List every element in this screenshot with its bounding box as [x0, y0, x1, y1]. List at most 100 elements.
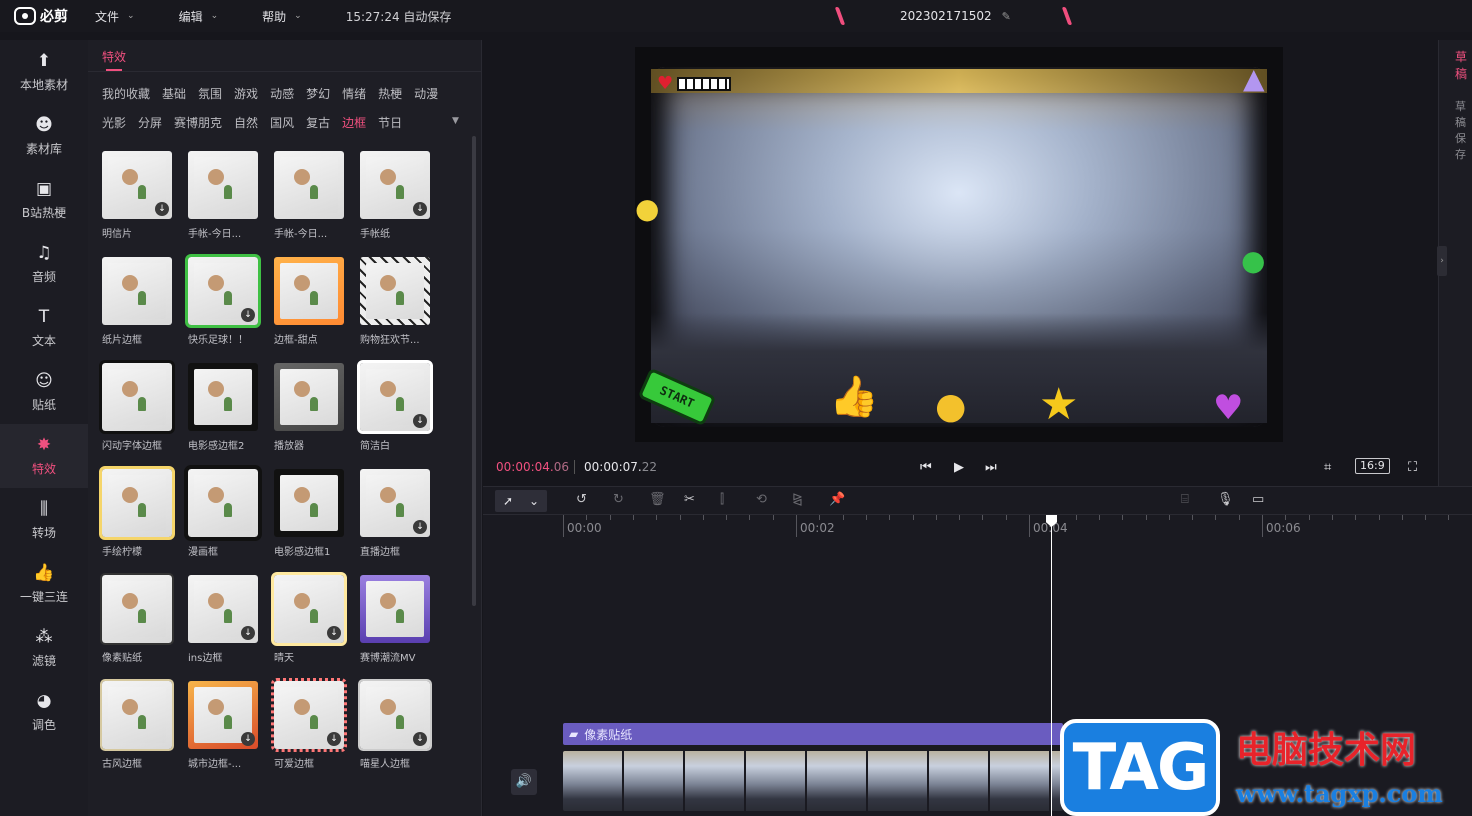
download-icon[interactable]: ↓	[241, 732, 255, 746]
save-item[interactable]: 保存	[1455, 130, 1472, 162]
menu-file[interactable]: 文件 ⌄	[95, 8, 135, 25]
pin-icon[interactable]: 📌	[829, 492, 845, 507]
effect-thumbnail[interactable]: ↓	[358, 679, 432, 751]
sidebar-item-local-media[interactable]: ⬆ 本地素材	[0, 40, 88, 104]
effect-card[interactable]: 手帐-今日...	[274, 151, 344, 240]
category-tab[interactable]: 动感	[270, 85, 294, 102]
effect-card[interactable]: 手绘柠檬	[99, 466, 175, 558]
effect-thumbnail[interactable]	[360, 575, 430, 643]
effect-card[interactable]: 边框-甜点	[274, 257, 344, 346]
download-icon[interactable]: ↓	[327, 626, 341, 640]
sidebar-item-library[interactable]: ☻ 素材库	[0, 104, 88, 168]
download-icon[interactable]: ↓	[413, 414, 427, 428]
sidebar-item-text[interactable]: T 文本	[0, 296, 88, 360]
mirror-icon[interactable]: ⧎	[792, 492, 803, 507]
download-icon[interactable]: ↓	[413, 732, 427, 746]
effect-card[interactable]: 购物狂欢节...	[360, 257, 430, 346]
effect-card[interactable]: 电影感边框2	[188, 363, 258, 452]
effect-card[interactable]: ↓ 明信片	[102, 151, 172, 240]
effect-thumbnail[interactable]	[99, 466, 175, 540]
fullscreen-icon[interactable]: ⛶	[1408, 460, 1417, 475]
effect-card[interactable]: 古风边框	[100, 679, 174, 770]
cut-icon[interactable]: ✂	[684, 492, 695, 507]
effect-card[interactable]: ↓ 晴天	[271, 572, 347, 664]
effect-thumbnail[interactable]	[360, 257, 430, 325]
category-tab[interactable]: 分屏	[138, 114, 162, 131]
effect-thumbnail[interactable]	[188, 363, 258, 431]
category-tab[interactable]: 边框	[342, 114, 366, 131]
preview-canvas[interactable]: ♥ ▲ ● ● START 👍 ● ★ ♥	[635, 47, 1283, 442]
download-icon[interactable]: ↓	[155, 202, 169, 216]
effect-card[interactable]: 纸片边框	[102, 257, 172, 346]
effect-thumbnail[interactable]	[274, 151, 344, 219]
category-tab[interactable]: 我的收藏	[102, 85, 150, 102]
sidebar-item-audio[interactable]: ♫ 音频	[0, 232, 88, 296]
sidebar-item-color[interactable]: ◕ 调色	[0, 680, 88, 744]
effect-card[interactable]: ↓ 喵星人边框	[358, 679, 432, 770]
effect-thumbnail[interactable]	[100, 679, 174, 751]
effect-thumbnail[interactable]	[188, 151, 258, 219]
effect-thumbnail[interactable]: ↓	[188, 575, 258, 643]
playhead[interactable]	[1046, 515, 1057, 816]
category-tab[interactable]: 光影	[102, 114, 126, 131]
tab-drafts[interactable]: 草稿	[1455, 48, 1472, 82]
category-tab[interactable]: 氛围	[198, 85, 222, 102]
category-tab[interactable]: 情绪	[342, 85, 366, 102]
delete-icon[interactable]: 🗑	[649, 492, 666, 507]
effect-card[interactable]: 手帐-今日...	[188, 151, 258, 240]
effect-thumbnail[interactable]	[274, 257, 344, 325]
effect-card[interactable]: ↓ 手帐纸	[360, 151, 430, 240]
effect-thumbnail[interactable]	[274, 469, 344, 537]
split-icon[interactable]: ⫿	[720, 492, 724, 507]
effect-thumbnail[interactable]: ↓	[185, 254, 261, 328]
sidebar-item-stickers[interactable]: ☺ 贴纸	[0, 360, 88, 424]
camera-icon[interactable]: ▭	[1252, 492, 1264, 507]
effect-card[interactable]: ↓ ins边框	[188, 575, 258, 664]
mute-track-button[interactable]: 🔊	[511, 769, 537, 795]
skip-back-icon[interactable]: ⏮	[920, 460, 932, 475]
effect-clip[interactable]: ▰ 像素贴纸	[563, 723, 1063, 745]
select-tool-button[interactable]: ➚ ⌄	[495, 490, 547, 512]
effect-thumbnail[interactable]	[100, 573, 174, 645]
microphone-icon[interactable]: 🎙	[1217, 492, 1234, 507]
sidebar-item-bilibili-memes[interactable]: ▣ B站热梗	[0, 168, 88, 232]
effect-card[interactable]: 赛博潮流MV	[360, 575, 430, 664]
category-tab[interactable]: 复古	[306, 114, 330, 131]
effect-thumbnail[interactable]: ↓	[271, 678, 347, 752]
effect-card[interactable]: ↓ 快乐足球！！	[185, 254, 261, 346]
time-ruler[interactable]: 00:0000:0200:0400:06	[563, 515, 1472, 537]
skip-forward-icon[interactable]: ⏭	[985, 460, 997, 475]
tab-effects[interactable]: 特效	[102, 48, 126, 65]
effect-card[interactable]: ↓ 城市边框-...	[188, 681, 258, 770]
effect-card[interactable]: ↓ 直播边框	[360, 469, 430, 558]
effect-thumbnail[interactable]: ↓	[102, 151, 172, 219]
effect-thumbnail[interactable]	[102, 257, 172, 325]
effect-card[interactable]: 漫画框	[184, 465, 262, 558]
video-clip[interactable]	[563, 751, 1063, 811]
category-tab[interactable]: 动漫	[414, 85, 438, 102]
sidebar-item-effects[interactable]: ✸ 特效	[0, 424, 88, 488]
effect-thumbnail[interactable]	[99, 360, 175, 434]
panel-scrollbar[interactable]	[472, 136, 476, 606]
undo-icon[interactable]: ↺	[576, 492, 587, 507]
menu-edit[interactable]: 编辑 ⌄	[179, 8, 219, 25]
download-icon[interactable]: ↓	[413, 202, 427, 216]
text-recognize-icon[interactable]: ⌸	[1181, 492, 1189, 507]
download-icon[interactable]: ↓	[241, 626, 255, 640]
aspect-ratio-button[interactable]: 16:9	[1355, 458, 1390, 474]
category-tab[interactable]: 梦幻	[306, 85, 330, 102]
download-icon[interactable]: ↓	[241, 308, 255, 322]
category-tab[interactable]: 节日	[378, 114, 402, 131]
effect-card[interactable]: 播放器	[274, 363, 344, 452]
effect-thumbnail[interactable]: ↓	[271, 572, 347, 646]
crop-icon[interactable]: ⌗	[1324, 460, 1331, 475]
category-tab[interactable]: 国风	[270, 114, 294, 131]
download-icon[interactable]: ↓	[413, 520, 427, 534]
effect-thumbnail[interactable]	[184, 465, 262, 541]
category-tab[interactable]: 赛博朋克	[174, 114, 222, 131]
category-tab[interactable]: 热梗	[378, 85, 402, 102]
effect-thumbnail[interactable]: ↓	[360, 469, 430, 537]
reverse-icon[interactable]: ⟲	[756, 492, 767, 507]
effect-thumbnail[interactable]	[274, 363, 344, 431]
effect-card[interactable]: 电影感边框1	[274, 469, 344, 558]
